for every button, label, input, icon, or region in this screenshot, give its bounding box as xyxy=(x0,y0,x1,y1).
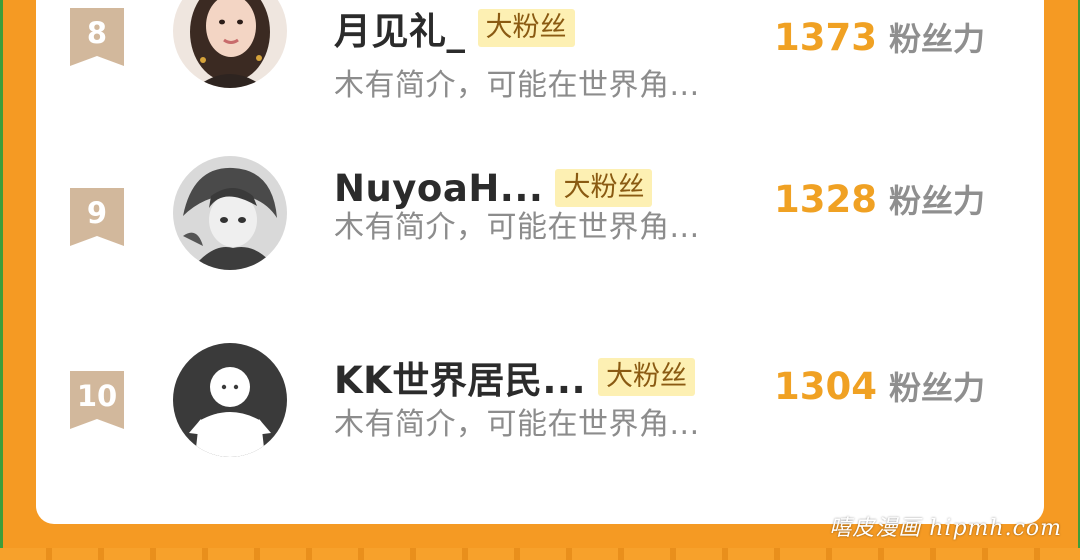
score-value: 1328 xyxy=(774,178,877,221)
rank-number: 10 xyxy=(76,379,118,413)
rank-badge: 8 xyxy=(70,8,124,66)
score-value: 1304 xyxy=(774,365,877,408)
fan-level-badge: 大粉丝 xyxy=(477,9,575,47)
user-avatar[interactable] xyxy=(173,0,287,88)
rank-number: 8 xyxy=(86,16,108,50)
user-bio: 木有简介，可能在世界角... xyxy=(334,210,700,245)
score-unit: 粉丝力 xyxy=(888,182,985,220)
name-line: KK世界居民... 大粉丝 xyxy=(334,355,696,402)
fan-level-badge: 大粉丝 xyxy=(598,358,696,396)
score-unit: 粉丝力 xyxy=(888,20,985,58)
default-avatar-icon xyxy=(173,343,287,457)
fan-power-score: 1328 粉丝力 xyxy=(774,176,985,221)
user-name[interactable]: 月见礼_ xyxy=(334,1,466,55)
user-avatar[interactable] xyxy=(173,343,287,457)
bottom-border-strip xyxy=(0,548,1080,560)
fan-power-score: 1373 粉丝力 xyxy=(774,14,985,59)
user-name[interactable]: KK世界居民... xyxy=(334,350,586,404)
rank-badge: 9 xyxy=(70,188,124,246)
ranking-row[interactable]: 8 月见礼_ 大粉丝 木有简介，可能在世界角... 1373 粉丝力 xyxy=(36,0,1044,114)
name-line: 月见礼_ 大粉丝 xyxy=(334,6,575,53)
ranking-row[interactable]: 9 NuyoaH... 大粉丝 木有简介，可能在世界角... 1328 粉丝力 xyxy=(36,156,1044,296)
user-avatar[interactable] xyxy=(173,156,287,270)
score-value: 1373 xyxy=(774,16,877,59)
score-unit: 粉丝力 xyxy=(888,369,985,407)
fan-power-score: 1304 粉丝力 xyxy=(774,363,985,408)
rank-badge: 10 xyxy=(70,371,124,429)
site-watermark: 嘻皮漫画 hipmh.com xyxy=(829,516,1062,541)
photo-avatar-icon xyxy=(173,0,287,88)
user-bio: 木有简介，可能在世界角... xyxy=(334,68,700,103)
left-edge-strip xyxy=(0,0,3,560)
rank-number: 9 xyxy=(86,196,108,230)
user-bio: 木有简介，可能在世界角... xyxy=(334,407,700,442)
anime-avatar-icon xyxy=(173,156,287,270)
fan-ranking-card: 8 月见礼_ 大粉丝 木有简介，可能在世界角... 1373 粉丝力 9 Nuy… xyxy=(36,0,1044,524)
ranking-row[interactable]: 10 KK世界居民... 大粉丝 木有简介，可能在世界角... 1304 粉丝力 xyxy=(36,343,1044,479)
